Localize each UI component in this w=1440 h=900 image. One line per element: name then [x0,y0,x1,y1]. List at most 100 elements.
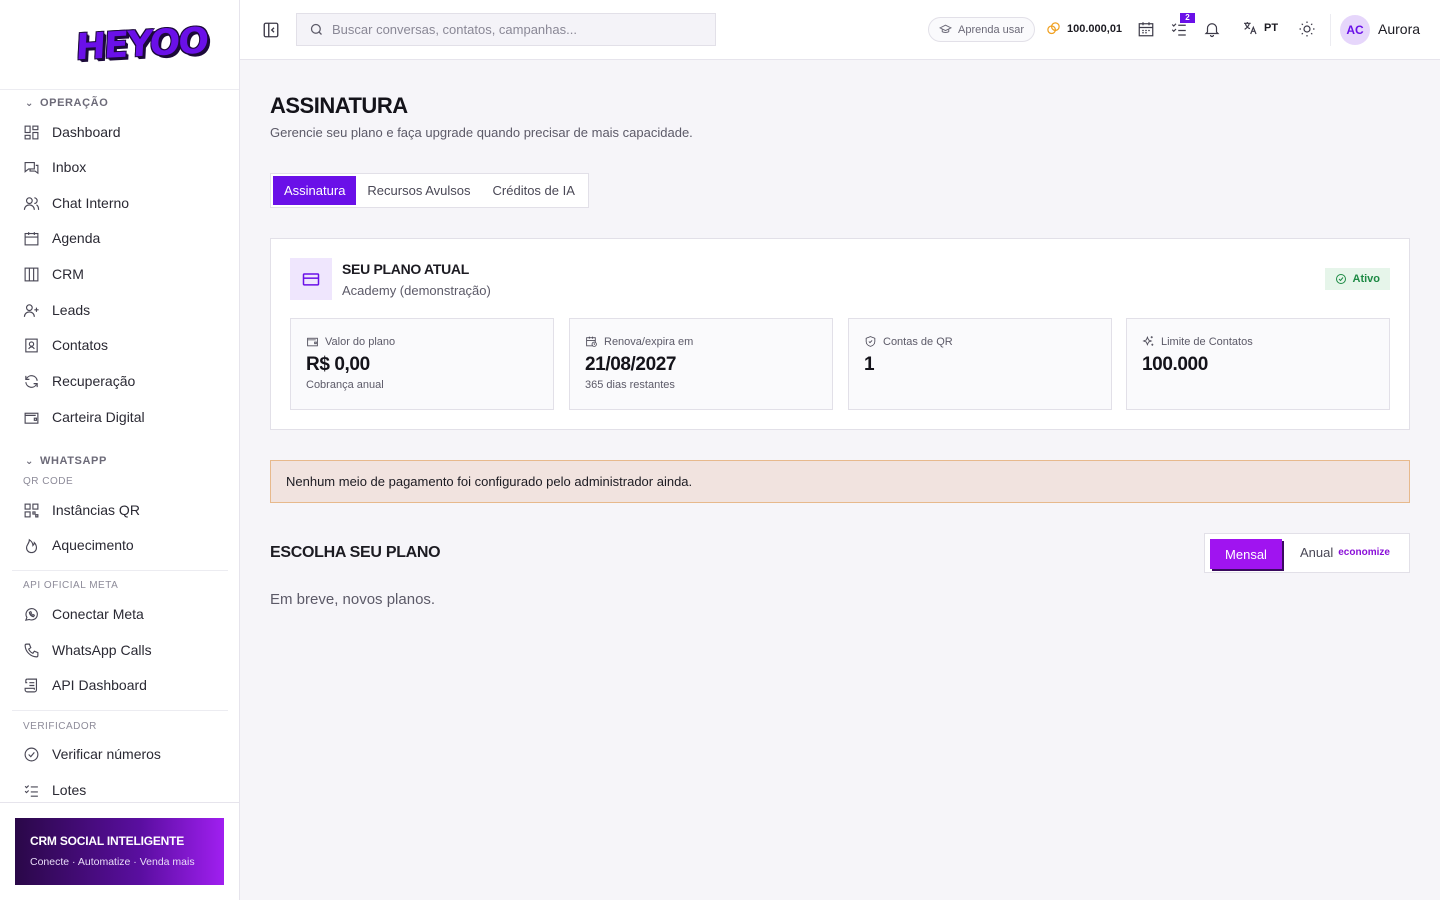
sidebar-item-chat-interno[interactable]: Chat Interno [23,191,129,215]
shield-check-icon [865,336,876,347]
chevron-down-icon: ⌄ [25,97,34,109]
stat-contas-qr: Contas de QR 1 [848,318,1112,410]
stat-label-text: Contas de QR [883,335,953,348]
tasks-count-badge: 2 [1180,13,1195,23]
stat-limite-contatos: Limite de Contatos 100.000 [1126,318,1390,410]
sidebar-item-instancias-qr[interactable]: Instâncias QR [23,498,140,522]
sidebar-item-conectar-meta[interactable]: Conectar Meta [23,602,144,626]
sidebar-item-label: Carteira Digital [52,409,145,425]
promo-banner[interactable]: CRM SOCIAL INTELIGENTE Conecte · Automat… [15,818,224,885]
plan-heading: SEU PLANO ATUAL [342,261,469,277]
coins-icon [1047,22,1060,35]
calendar-button[interactable] [1137,20,1155,38]
toggle-annual[interactable]: Anual economize [1300,545,1390,560]
heyoo-logo[interactable]: HEYOO [75,21,208,69]
sidebar-item-aquecimento[interactable]: Aquecimento [23,533,134,557]
stat-label-text: Valor do plano [325,335,396,348]
sidebar-item-label: Lotes [52,782,87,798]
sidebar-item-agenda[interactable]: Agenda [23,226,100,250]
sidebar-collapse-icon[interactable] [262,21,280,39]
savings-badge: economize [1338,547,1390,558]
plan-name: Academy (demonstração) [342,283,491,298]
stat-label: Limite de Contatos [1142,335,1374,348]
sidebar-item-api-dashboard[interactable]: API Dashboard [23,673,147,697]
stat-label: Valor do plano [306,335,538,348]
notifications-button[interactable] [1203,20,1221,38]
user-plus-icon [23,303,39,317]
dashboard-icon [24,125,39,139]
contact-book-icon [25,338,38,352]
graduation-cap-icon [939,24,952,33]
stat-label-text: Limite de Contatos [1161,335,1253,348]
sidebar: HEYOO ⌄ OPERAÇÃO Dashboard Inbox Chat In… [0,0,240,900]
theme-toggle[interactable] [1298,20,1316,38]
sidebar-item-whatsapp-calls[interactable]: WhatsApp Calls [23,638,152,662]
calendar-clock-icon [586,336,597,347]
current-plan-card: SEU PLANO ATUAL Academy (demonstração) A… [270,238,1410,430]
sidebar-item-label: Aquecimento [52,537,134,553]
section-whatsapp[interactable]: ⌄ WHATSAPP [0,455,107,467]
section-operacao[interactable]: ⌄ OPERAÇÃO [0,97,108,109]
sidebar-item-verificar-numeros[interactable]: Verificar números [23,742,161,766]
sidebar-item-inbox[interactable]: Inbox [23,155,86,179]
page-subtitle: Gerencie seu plano e faça upgrade quando… [270,125,693,140]
sidebar-item-label: Agenda [52,230,101,246]
credits-balance[interactable]: 100.000,01 [1046,21,1122,36]
sidebar-item-crm[interactable]: CRM [23,262,84,286]
bell-icon [1204,23,1220,38]
sidebar-item-carteira-digital[interactable]: Carteira Digital [23,405,145,429]
sidebar-item-lotes[interactable]: Lotes [23,778,86,802]
promo-subtitle: Conecte · Automatize · Venda mais [30,856,195,868]
sidebar-item-label: Recuperação [52,373,136,389]
learn-button[interactable]: Aprenda usar [928,17,1036,42]
calendar-icon [1138,22,1154,37]
sidebar-item-leads[interactable]: Leads [23,298,90,322]
sidebar-item-contatos[interactable]: Contatos [23,333,108,357]
toggle-monthly[interactable]: Mensal [1210,539,1282,569]
divider [12,710,228,711]
subsection-qr-code: QR CODE [23,476,74,487]
credits-value: 100.000,01 [1067,22,1123,35]
wallet-icon [24,412,39,424]
flame-icon [25,538,38,553]
sidebar-item-label: Dashboard [52,124,121,140]
sun-icon [1299,21,1315,37]
subsection-verificador: VERIFICADOR [23,721,97,732]
stat-note: Cobrança anual [306,379,384,391]
chevron-down-icon: ⌄ [25,455,34,467]
stat-renova-expira: Renova/expira em 21/08/2027 365 dias res… [569,318,833,410]
tab-assinatura[interactable]: Assinatura [273,176,357,205]
language-code: PT [1264,22,1279,34]
phone-icon [24,643,39,657]
tab-recursos-avulsos[interactable]: Recursos Avulsos [356,176,481,205]
stat-label: Renova/expira em [585,335,817,348]
search-bar[interactable] [296,13,716,46]
user-name[interactable]: Aurora [1378,21,1420,37]
topbar: Aprenda usar 100.000,01 2 PT AC Aurora [240,0,1440,60]
logo-area: HEYOO [0,0,239,90]
stat-valor-plano: Valor do plano R$ 0,00 Cobrança anual [290,318,554,410]
stat-value: 100.000 [1142,354,1208,375]
sidebar-item-label: Leads [52,302,91,318]
sidebar-item-label: Chat Interno [52,195,130,211]
learn-label: Aprenda usar [958,23,1025,36]
language-selector[interactable]: PT [1242,20,1278,36]
search-input[interactable] [332,22,692,37]
stat-label: Contas de QR [864,335,1096,348]
sidebar-item-label: Conectar Meta [52,606,144,622]
kanban-icon [24,267,39,281]
refresh-icon [25,374,38,388]
users-icon [23,196,40,210]
tab-creditos-ia[interactable]: Créditos de IA [482,176,586,205]
avatar[interactable]: AC [1340,15,1370,45]
choose-plan-title: ESCOLHA SEU PLANO [270,544,441,561]
sidebar-item-label: WhatsApp Calls [52,642,152,658]
promo-title: CRM SOCIAL INTELIGENTE [30,834,185,848]
sidebar-item-label: API Dashboard [52,677,147,693]
list-check-icon [24,784,38,797]
sidebar-item-dashboard[interactable]: Dashboard [23,120,121,144]
check-circle-icon [24,747,39,761]
sidebar-item-recuperacao[interactable]: Recuperação [23,369,135,393]
divider [1330,14,1331,46]
divider [12,570,228,571]
